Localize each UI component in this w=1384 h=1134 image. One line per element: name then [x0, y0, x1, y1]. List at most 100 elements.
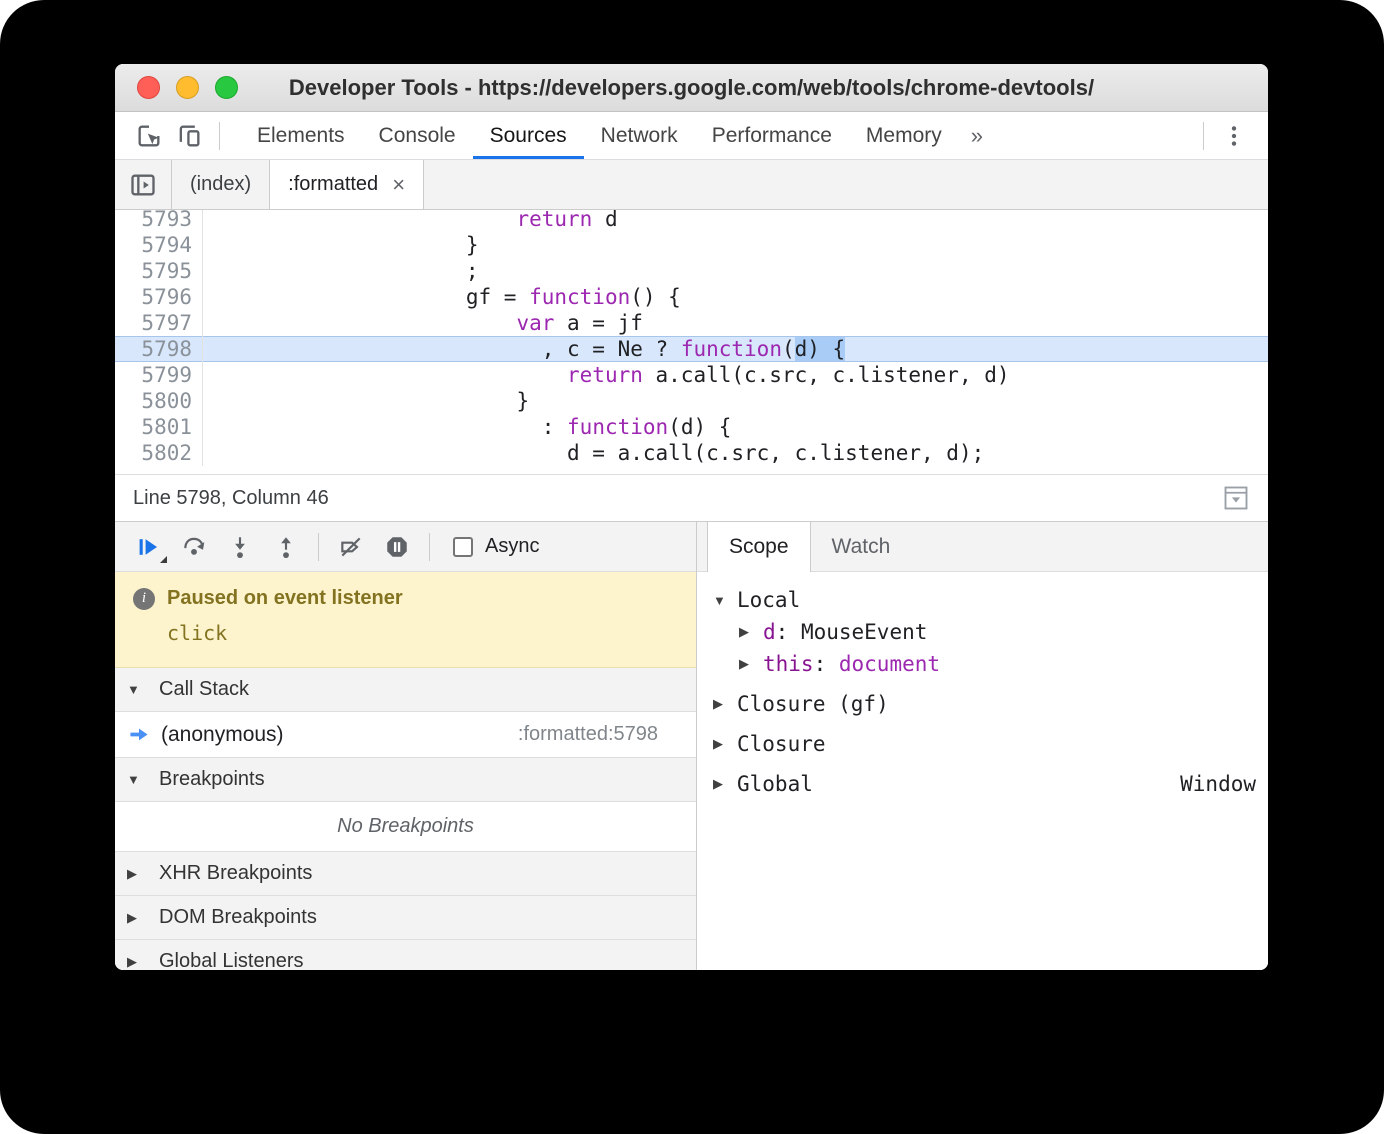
inspect-cursor-icon: [138, 125, 160, 146]
panel-corner-button[interactable]: [1222, 484, 1250, 512]
no-breakpoints-message: No Breakpoints: [115, 802, 696, 852]
code-text[interactable]: ;: [203, 258, 479, 284]
scope-row[interactable]: ▶ Closure: [697, 728, 1268, 760]
tab-sources[interactable]: Sources: [473, 112, 584, 159]
tab-network[interactable]: Network: [584, 112, 695, 159]
line-number[interactable]: 5794: [115, 232, 203, 258]
scope-row[interactable]: ▶ this: document: [697, 648, 1268, 680]
window-controls: [137, 76, 238, 99]
code-text[interactable]: var a = jf: [203, 310, 642, 336]
code-line-5795: 5795 ;: [115, 258, 1268, 284]
triangle-down-icon[interactable]: ▼: [127, 682, 147, 697]
navigator-toggle-button[interactable]: [115, 160, 171, 209]
breakpoints-header[interactable]: ▼ Breakpoints: [115, 758, 696, 802]
scope-tree: ▼ Local ▶ d: MouseEvent ▶ this: document ▶ Clos…: [697, 572, 1268, 970]
code-line-5796: 5796 gf = function() {: [115, 284, 1268, 310]
line-number[interactable]: 5800: [115, 388, 203, 414]
line-number[interactable]: 5801: [115, 414, 203, 440]
code-text[interactable]: : function(d) {: [203, 414, 732, 440]
toolbar-separator: [429, 532, 430, 561]
tab-scope[interactable]: Scope: [707, 522, 811, 572]
scope-row[interactable]: ▶ d: MouseEvent: [697, 616, 1268, 648]
async-checkbox[interactable]: [453, 536, 473, 557]
fullscreen-window-button[interactable]: [215, 76, 238, 99]
paused-message-row: Paused on event listener: [133, 587, 678, 610]
tab-memory[interactable]: Memory: [849, 112, 959, 159]
cursor-position-label: Line 5798, Column 46: [133, 486, 329, 509]
line-number[interactable]: 5802: [115, 440, 203, 466]
section-dom-breakpoints[interactable]: ▶ DOM Breakpoints: [115, 896, 696, 940]
line-number[interactable]: 5796: [115, 284, 203, 310]
triangle-right-icon[interactable]: ▶: [713, 776, 737, 792]
frame-location: :formatted:5798: [517, 723, 658, 745]
code-line-5797: 5797 var a = jf: [115, 310, 1268, 336]
code-text[interactable]: }: [203, 232, 479, 258]
tab-elements[interactable]: Elements: [240, 112, 362, 159]
window-title: Developer Tools - https://developers.goo…: [288, 74, 1095, 100]
devtools-menu-button[interactable]: [1214, 116, 1254, 156]
code-text[interactable]: return d: [203, 210, 617, 232]
source-editor: 5793 return d 5794 } 5795 ; 5796 gf = funct…: [115, 210, 1268, 474]
inspect-element-button[interactable]: [129, 116, 169, 156]
line-number[interactable]: 5799: [115, 362, 203, 388]
line-number[interactable]: 5793: [115, 210, 203, 232]
step-out-button[interactable]: [263, 527, 309, 567]
code-line-5799: 5799 return a.call(c.src, c.listener, d): [115, 362, 1268, 388]
tab-watch[interactable]: Watch: [811, 522, 912, 571]
close-icon[interactable]: ×: [392, 173, 405, 196]
code-line-5800: 5800 }: [115, 388, 1268, 414]
triangle-right-icon[interactable]: ▶: [713, 696, 737, 712]
file-tab-formatted[interactable]: :formatted ×: [270, 160, 425, 209]
code-text[interactable]: d = a.call(c.src, c.listener, d);: [203, 440, 984, 466]
async-label[interactable]: Async: [485, 535, 539, 558]
minimize-window-button[interactable]: [176, 76, 199, 99]
debugger-area: Async Paused on event listener click ▼ C…: [115, 522, 1268, 970]
deactivate-breakpoints-button[interactable]: [328, 527, 374, 567]
navigator-panel-icon: [131, 174, 155, 195]
dropdown-corner-icon: [160, 555, 167, 563]
resume-button[interactable]: [125, 527, 171, 567]
triangle-down-icon[interactable]: ▼: [127, 772, 147, 787]
more-panels-button[interactable]: »: [959, 123, 995, 149]
pause-on-exceptions-button[interactable]: [374, 527, 420, 567]
line-number[interactable]: 5797: [115, 310, 203, 336]
paused-detail: click: [167, 621, 228, 645]
current-frame-arrow-icon: [130, 728, 148, 741]
close-window-button[interactable]: [137, 76, 160, 99]
pause-on-exceptions-icon: [387, 536, 407, 557]
step-over-button[interactable]: [171, 527, 217, 567]
device-toolbar-button[interactable]: [169, 116, 209, 156]
code-text[interactable]: return a.call(c.src, c.listener, d): [203, 362, 1010, 388]
triangle-right-icon[interactable]: ▶: [713, 736, 737, 752]
debugger-toolbar: Async: [115, 522, 696, 572]
triangle-right-icon[interactable]: ▶: [739, 624, 763, 640]
collapsed-sections: ▶ XHR Breakpoints ▶ DOM Breakpoints ▶ Global …: [115, 852, 696, 970]
file-tab-index[interactable]: (index): [171, 160, 271, 209]
triangle-down-icon[interactable]: ▼: [713, 593, 737, 608]
editor-lines: 5793 return d 5794 } 5795 ; 5796 gf = funct…: [115, 210, 1268, 466]
call-stack-header[interactable]: ▼ Call Stack: [115, 668, 696, 712]
tab-console[interactable]: Console: [362, 112, 473, 159]
tab-performance[interactable]: Performance: [695, 112, 849, 159]
code-line-5802: 5802 d = a.call(c.src, c.listener, d);: [115, 440, 1268, 466]
line-number[interactable]: 5795: [115, 258, 203, 284]
section-label: Global Listeners: [159, 950, 304, 970]
window-titlebar[interactable]: Developer Tools - https://developers.goo…: [115, 64, 1268, 112]
call-stack-frame[interactable]: (anonymous) :formatted:5798: [115, 712, 696, 758]
section-global-listeners[interactable]: ▶ Global Listeners: [115, 940, 696, 970]
scope-row[interactable]: ▶ Closure (gf): [697, 688, 1268, 720]
step-into-icon: [235, 536, 245, 558]
async-toggle[interactable]: Async: [453, 535, 539, 558]
line-number[interactable]: 5798: [115, 336, 203, 362]
triangle-right-icon[interactable]: ▶: [127, 910, 147, 926]
triangle-right-icon[interactable]: ▶: [127, 866, 147, 882]
scope-row[interactable]: ▶ Global Window: [697, 768, 1268, 800]
code-text[interactable]: }: [203, 388, 529, 414]
triangle-right-icon[interactable]: ▶: [127, 954, 147, 970]
section-xhr-breakpoints[interactable]: ▶ XHR Breakpoints: [115, 852, 696, 896]
scope-row[interactable]: ▼ Local: [697, 584, 1268, 616]
step-into-button[interactable]: [217, 527, 263, 567]
code-text[interactable]: gf = function() {: [203, 284, 681, 310]
triangle-right-icon[interactable]: ▶: [739, 656, 763, 672]
code-text[interactable]: , c = Ne ? function(d) {: [203, 336, 846, 362]
